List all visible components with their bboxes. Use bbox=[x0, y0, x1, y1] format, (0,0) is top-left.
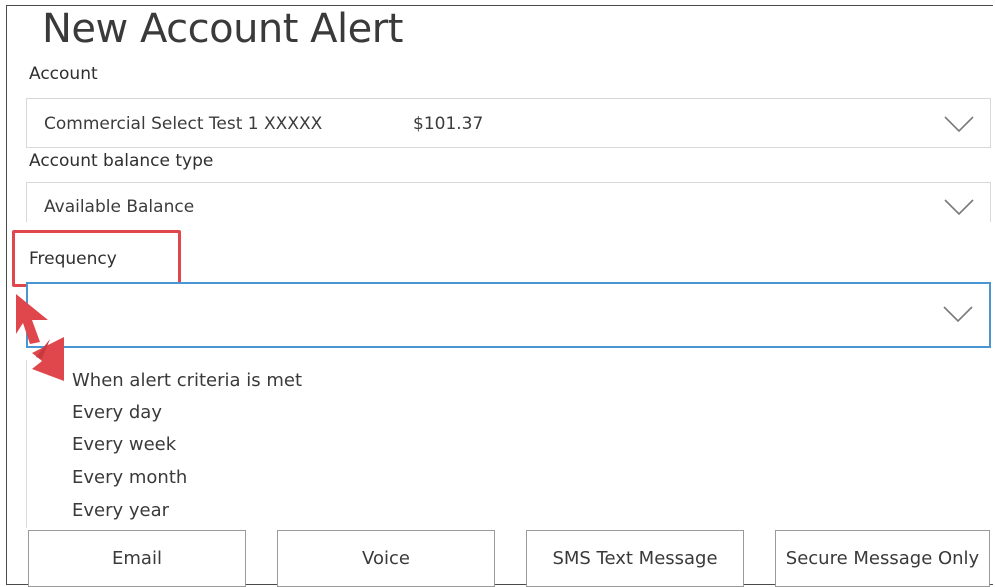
frequency-option[interactable]: Every month bbox=[72, 469, 187, 487]
balance-type-select[interactable]: Available Balance bbox=[26, 182, 991, 222]
account-balance-amount: $101.37 bbox=[413, 114, 484, 134]
frequency-option[interactable]: When alert criteria is met bbox=[72, 372, 302, 390]
frequency-option[interactable]: Every year bbox=[72, 502, 169, 520]
sms-text-message-button[interactable]: SMS Text Message bbox=[526, 530, 744, 587]
frequency-select[interactable] bbox=[26, 282, 991, 348]
voice-button[interactable]: Voice bbox=[277, 530, 495, 587]
balance-type-label: Account balance type bbox=[29, 151, 214, 171]
chevron-down-icon bbox=[943, 306, 973, 322]
secure-message-only-button[interactable]: Secure Message Only bbox=[775, 530, 990, 587]
email-button[interactable]: Email bbox=[28, 530, 246, 587]
account-select[interactable]: Commercial Select Test 1 XXXXX $101.37 bbox=[26, 98, 991, 148]
chevron-down-icon bbox=[944, 116, 974, 132]
frequency-options-list: When alert criteria is met Every day Eve… bbox=[26, 360, 991, 528]
frequency-option[interactable]: Every week bbox=[72, 436, 176, 454]
balance-type-selected-value: Available Balance bbox=[44, 197, 195, 217]
account-label: Account bbox=[29, 64, 98, 84]
frequency-option[interactable]: Every day bbox=[72, 404, 162, 422]
account-selected-value: Commercial Select Test 1 XXXXX bbox=[44, 114, 323, 134]
page-title: New Account Alert bbox=[42, 6, 403, 52]
delivery-method-buttons: Email Voice SMS Text Message Secure Mess… bbox=[28, 530, 993, 587]
frequency-label: Frequency bbox=[29, 249, 117, 269]
chevron-down-icon bbox=[944, 199, 974, 215]
